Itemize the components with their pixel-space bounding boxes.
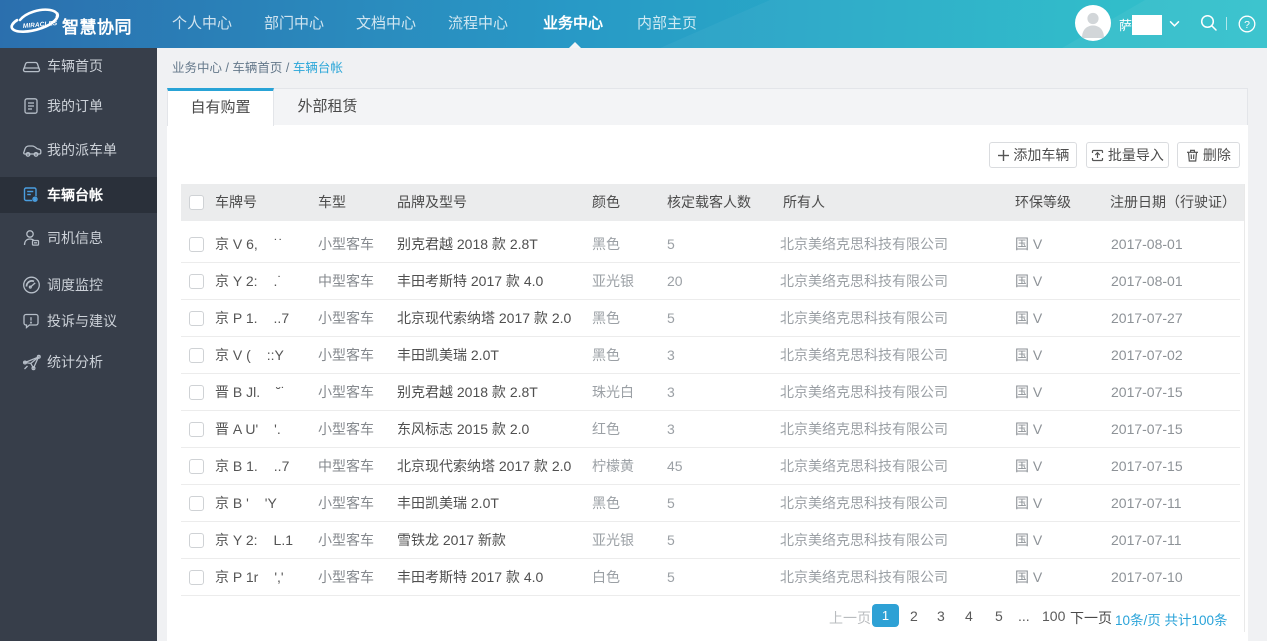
svg-text:?: ? bbox=[1244, 19, 1250, 31]
svg-text:MIRACLES: MIRACLES bbox=[23, 20, 59, 30]
